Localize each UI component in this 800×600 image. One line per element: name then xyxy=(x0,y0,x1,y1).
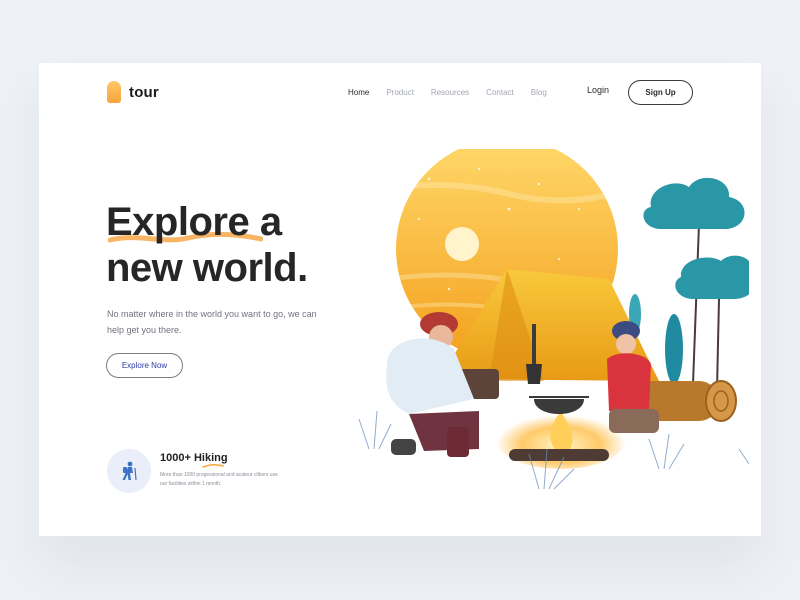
fire-logs xyxy=(509,449,609,461)
shovel xyxy=(532,324,536,366)
hiker-icon xyxy=(122,461,137,481)
cypress-tree xyxy=(665,314,683,384)
moon xyxy=(445,227,479,261)
logo[interactable]: tour xyxy=(107,81,159,103)
nav-item-contact[interactable]: Contact xyxy=(486,88,514,97)
hiking-stat-badge xyxy=(107,449,151,493)
tree-small xyxy=(675,255,749,390)
stat-underline-decoration xyxy=(202,463,224,468)
nav-item-blog[interactable]: Blog xyxy=(531,88,547,97)
nav-item-home[interactable]: Home xyxy=(348,88,369,97)
hiking-stat-description: More than 1000 progessional and acateur … xyxy=(160,472,278,487)
logo-text: tour xyxy=(129,83,159,101)
hero-subtitle: No matter where in the world you want to… xyxy=(107,309,317,335)
nav-item-resources[interactable]: Resources xyxy=(431,88,469,97)
explore-now-button[interactable]: Explore Now xyxy=(106,353,183,378)
logo-mark-icon xyxy=(107,81,121,103)
hero-title: Explore a new world. xyxy=(106,199,366,291)
nav-item-product[interactable]: Product xyxy=(386,88,414,97)
hero-title-line-2: new world. xyxy=(106,246,308,290)
camping-illustration xyxy=(358,149,749,490)
hero-title-line-1: Explore a xyxy=(106,200,282,244)
signup-button[interactable]: Sign Up xyxy=(628,80,693,105)
landing-card: tour Home Product Resources Contact Blog… xyxy=(39,63,761,536)
main-nav: Home Product Resources Contact Blog xyxy=(348,88,547,97)
login-link[interactable]: Login xyxy=(587,85,609,95)
